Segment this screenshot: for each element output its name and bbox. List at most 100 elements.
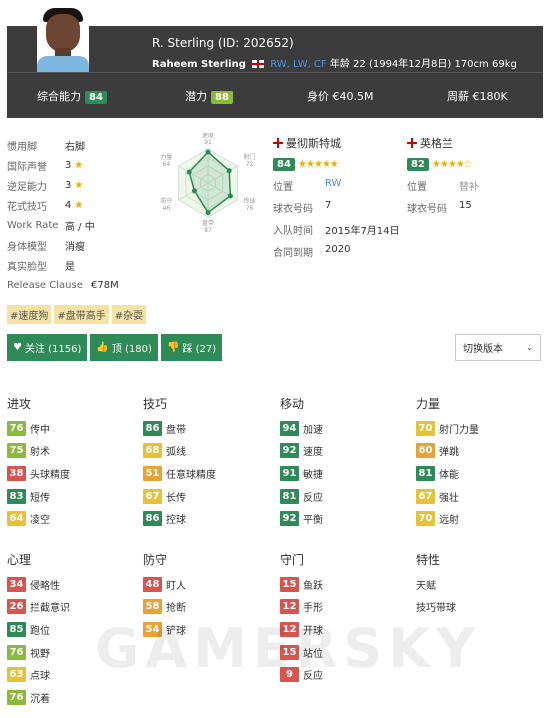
action-buttons: ♥ 关注 (1156) 👍 顶 (180) 👎 踩 (27) [7,334,223,361]
attribute-name: 头球精度 [30,469,70,481]
attribute-value: 76 [7,644,26,660]
player-subtitle: Raheem Sterling RW, LW, CF 年龄 22 (1994年1… [152,55,517,70]
overall-badge: 84 [85,91,107,104]
radar-point [191,188,197,194]
national-title[interactable]: 英格兰 [407,135,479,151]
player-name-id: R. Sterling (ID: 202652) [152,36,294,50]
follow-button[interactable]: ♥ 关注 (1156) [7,334,88,361]
attribute-value: 76 [7,420,26,436]
attribute-row: 48 盯人 [143,573,186,596]
info-value: €78M [91,279,119,291]
info-label: Work Rate [7,219,59,231]
radar-value: 87 [204,227,212,233]
attribute-row: 81 体能 [416,462,479,485]
info-value: 4 [65,199,72,211]
attribute-name: 任意球精度 [166,469,216,481]
player-details: 年龄 22 (1994年12月8日) 170cm 69kg [329,59,517,70]
attribute-name: 拦截意识 [30,603,70,615]
attribute-value: 48 [143,576,162,592]
thumbs-up-icon: 👍 [96,342,109,353]
attribute-row: 63 点球 [7,663,70,686]
national-flag-icon [407,138,417,148]
upvote-button[interactable]: 👍 顶 (180) [90,334,158,361]
radar-label: 防守 [160,197,172,205]
info-value: 3 [65,179,72,191]
potential-stat: 潜力 88 [185,88,233,104]
attribute-row: 75 射术 [7,440,70,463]
tag-list: #速度狗 #盘带高手 #杂耍 [7,305,147,324]
attribute-row: 92 速度 [280,440,323,463]
player-positions[interactable]: RW, LW, CF [270,59,326,70]
power-title: 力量 [416,397,441,411]
club-row-label: 入队时间 [273,226,313,237]
club-info: 曼彻斯特城 84 ★★★★★ 位置 RW 球衣号码 7 入队时间 2015年7月14日 合同… [273,135,400,259]
attribute-name: 射门力量 [439,424,479,436]
downvote-button[interactable]: 👎 踩 (27) [160,334,223,361]
player-avatar [37,4,89,72]
club-row-value: 2015年7月14日 [325,226,400,237]
attribute-value: 58 [143,599,162,615]
attribute-value: 70 [416,420,435,436]
thumbs-down-icon: 👎 [166,342,180,353]
info-label: 真实脸型 [7,261,47,273]
defending-title: 防守 [143,553,168,567]
attribute-value: 12 [280,599,299,615]
attack-title: 进攻 [7,397,32,411]
info-label: 花式技巧 [7,201,47,213]
attribute-value: 68 [143,443,162,459]
attribute-value: 83 [7,488,26,504]
club-title[interactable]: 曼彻斯特城 [273,135,400,151]
info-value: 消瘦 [65,241,85,253]
tag-item[interactable]: #速度狗 [7,305,52,324]
radar-value: 72 [246,161,254,168]
info-row: 真实脸型 是 [7,255,119,275]
attr-mental: 心理 34 侵略性 26 拦截意识 85 跑位 76 视野 63 点球 76 沉着 [7,551,70,709]
attribute-row: 15 鱼跃 [280,573,323,596]
attribute-value: 67 [143,488,162,504]
england-flag-icon [252,60,265,68]
attribute-row: 60 弹跳 [416,440,479,463]
attribute-value: 34 [7,576,26,592]
attribute-row: 76 视野 [7,641,70,664]
attribute-row: 70 远射 [416,507,479,530]
radar-point [227,193,233,199]
attribute-name: 手形 [303,603,323,615]
version-select[interactable]: 切换版本 ⌄ [455,334,541,361]
movement-title: 移动 [280,397,305,411]
attribute-row: 67 长传 [143,485,216,508]
attribute-value: 94 [280,420,299,436]
attribute-row: 83 短传 [7,485,70,508]
attribute-name: 盘带 [166,424,186,436]
attribute-name: 抢断 [166,603,186,615]
club-row: 球衣号码 7 [273,200,400,215]
national-row-label: 位置 [407,182,427,193]
star-icon: ★ [74,199,84,211]
attribute-row: 58 抢断 [143,596,186,619]
attribute-row: 92 平衡 [280,507,323,530]
tag-item[interactable]: #盘带高手 [54,305,109,324]
attribute-name: 侵略性 [30,580,60,592]
mental-title: 心理 [7,553,32,567]
national-stars: ★★★★☆ [431,159,473,170]
attribute-value: 70 [416,511,435,527]
attribute-name: 弧线 [166,447,186,459]
attribute-name: 短传 [30,492,50,504]
attribute-name: 长传 [166,492,186,504]
attribute-name: 传中 [30,424,50,436]
attribute-value: 91 [280,465,299,481]
attribute-row: 91 敏捷 [280,462,323,485]
attribute-name: 体能 [439,469,459,481]
info-row: 身体模型 消瘦 [7,235,119,255]
attribute-row: 51 任意球精度 [143,462,216,485]
wage-stat: 周薪 €180K [447,90,508,103]
radar-label: 盘带 [202,219,214,227]
attribute-row: 86 盘带 [143,417,216,440]
tag-item[interactable]: #杂耍 [111,305,147,324]
attribute-row: 68 弧线 [143,440,216,463]
radar-point [186,169,192,175]
info-value: 高 / 中 [65,221,95,233]
attribute-value: 92 [280,511,299,527]
attribute-row: 34 侵略性 [7,573,70,596]
national-rating-badge: 82 [407,158,429,171]
club-row: 位置 RW [273,178,400,193]
